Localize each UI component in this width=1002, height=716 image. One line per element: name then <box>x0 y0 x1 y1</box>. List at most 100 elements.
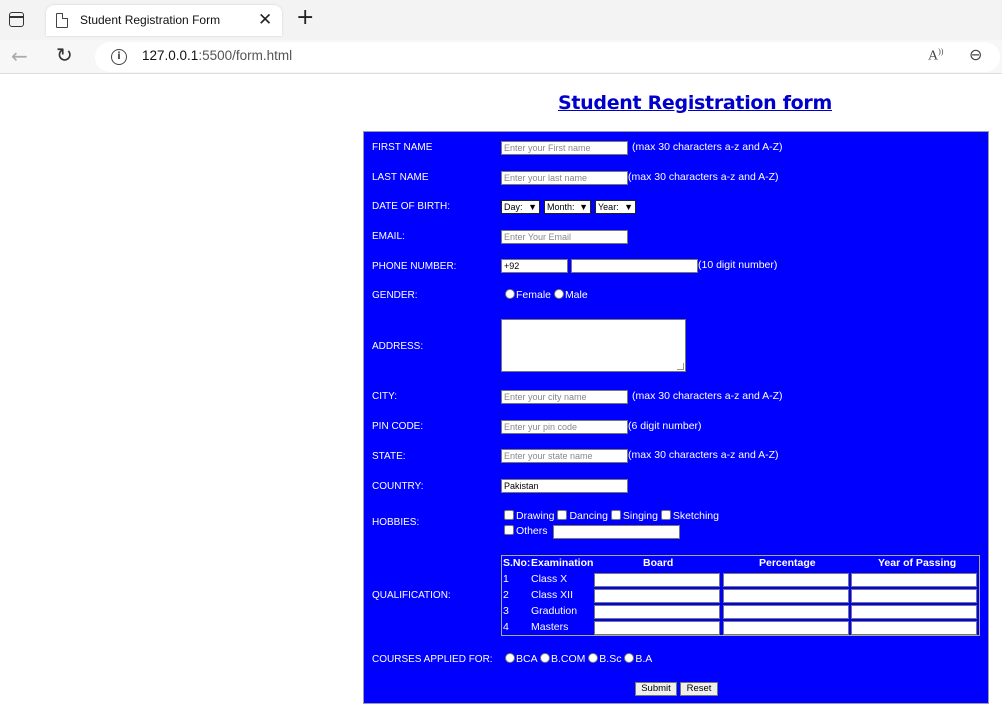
url-text[interactable]: 127.0.0.1:5500/form.html <box>142 48 292 63</box>
checkbox-icon[interactable] <box>610 510 621 520</box>
reload-icon[interactable]: ↻ <box>56 43 73 67</box>
percentage-input[interactable] <box>723 573 849 587</box>
email-label: EMAIL: <box>372 231 405 242</box>
qualification-table: S.No: Examination Board Percentage Year … <box>501 555 980 636</box>
day-select[interactable]: Day: ▼ <box>501 200 540 214</box>
country-label: COUNTRY: <box>372 481 424 492</box>
radio-icon[interactable] <box>505 289 515 299</box>
last-name-label: LAST NAME <box>372 172 429 183</box>
state-note: (max 30 characters a-z and A-Z) <box>628 449 779 461</box>
state-input[interactable]: Enter your state name <box>501 449 628 463</box>
reset-button[interactable]: Reset <box>680 682 718 696</box>
row-exam: Class XII <box>531 589 574 601</box>
first-name-note: (max 30 characters a-z and A-Z) <box>632 141 783 153</box>
gender-male-label: Male <box>564 289 588 301</box>
course-bcom[interactable]: B.COM <box>539 653 585 665</box>
hobby-drawing[interactable]: Drawing <box>504 510 555 522</box>
gender-label: GENDER: <box>372 290 418 301</box>
course-bca-label: BCA <box>516 653 538 665</box>
read-aloud-icon[interactable]: A)) <box>928 47 943 65</box>
year-input[interactable] <box>851 573 977 587</box>
phone-code-input[interactable]: +92 <box>501 259 568 273</box>
percentage-input[interactable] <box>723 589 849 603</box>
new-tab-icon[interactable]: + <box>296 6 314 30</box>
checkbox-icon[interactable] <box>504 525 514 535</box>
board-input[interactable] <box>594 573 720 587</box>
year-input[interactable] <box>851 621 977 635</box>
course-ba[interactable]: B.A <box>624 653 652 665</box>
pin-label: PIN CODE: <box>372 421 424 432</box>
hobby-others-input[interactable] <box>553 525 680 539</box>
city-input[interactable]: Enter your city name <box>501 390 628 404</box>
courses-options: BCA B.COM B.Sc B.A <box>505 653 652 665</box>
tab-title: Student Registration Form <box>80 13 221 27</box>
qualification-label: QUALIFICATION: <box>372 590 451 601</box>
course-bca[interactable]: BCA <box>505 653 537 665</box>
month-select[interactable]: Month: ▼ <box>544 200 591 214</box>
hobby-singing-label: Singing <box>622 510 658 522</box>
hobby-sketching[interactable]: Sketching <box>660 510 719 522</box>
header-sno: S.No: <box>503 557 531 569</box>
year-select[interactable]: Year: ▼ <box>595 200 636 214</box>
back-arrow-icon[interactable]: ← <box>11 44 28 68</box>
radio-icon[interactable] <box>588 653 599 663</box>
pin-note: (6 digit number) <box>628 420 702 432</box>
checkbox-icon[interactable] <box>660 510 671 520</box>
board-input[interactable] <box>594 621 720 635</box>
last-name-note: (max 30 characters a-z and A-Z) <box>628 171 779 183</box>
course-bsc[interactable]: B.Sc <box>588 653 621 665</box>
pin-input[interactable]: Enter yur pin code <box>501 420 628 434</box>
chevron-down-icon: ▼ <box>528 202 537 212</box>
checkbox-icon[interactable] <box>504 510 514 520</box>
tab-actions-icon[interactable] <box>9 12 24 27</box>
hobby-singing[interactable]: Singing <box>610 510 658 522</box>
phone-number-input[interactable] <box>571 259 698 273</box>
tab-bar: Student Registration Form ✕ + <box>0 0 1002 40</box>
day-select-value: Day: <box>504 202 523 212</box>
last-name-input[interactable]: Enter your last name <box>501 171 628 185</box>
row-exam: Masters <box>531 621 569 633</box>
gender-male[interactable]: Male <box>553 289 588 301</box>
site-info-icon[interactable]: i <box>111 49 127 65</box>
row-sno: 1 <box>503 573 509 585</box>
gender-female[interactable]: Female <box>505 289 551 301</box>
registration-form: FIRST NAME Enter your First name (max 30… <box>363 131 989 704</box>
email-input[interactable]: Enter Your Email <box>501 230 628 244</box>
tab-active[interactable]: Student Registration Form ✕ <box>46 5 282 36</box>
address-textarea[interactable] <box>501 319 686 372</box>
hobby-dancing[interactable]: Dancing <box>557 510 608 522</box>
header-board: Board <box>643 557 674 569</box>
gender-female-label: Female <box>516 289 552 301</box>
address-bar[interactable]: i 127.0.0.1:5500/form.html A)) ⊖ <box>95 42 1000 72</box>
year-input[interactable] <box>851 589 977 603</box>
radio-icon[interactable] <box>539 653 550 663</box>
navigation-bar: ← ↻ i 127.0.0.1:5500/form.html A)) ⊖ <box>0 40 1002 74</box>
zoom-out-icon[interactable]: ⊖ <box>969 45 982 64</box>
first-name-input[interactable]: Enter your First name <box>501 141 628 155</box>
chevron-down-icon: ▼ <box>624 202 633 212</box>
row-exam: Gradution <box>531 605 578 617</box>
submit-button[interactable]: Submit <box>635 682 677 696</box>
row-sno: 3 <box>503 605 509 617</box>
radio-icon[interactable] <box>624 653 635 663</box>
radio-icon[interactable] <box>553 289 564 299</box>
hobby-sketching-label: Sketching <box>672 510 719 522</box>
hobby-others[interactable]: Others <box>504 525 548 537</box>
phone-note: (10 digit number) <box>698 259 778 271</box>
row-sno: 4 <box>503 621 509 633</box>
dob-label: DATE OF BIRTH: <box>372 201 450 212</box>
phone-label: PHONE NUMBER: <box>372 261 457 272</box>
close-tab-icon[interactable]: ✕ <box>258 10 272 30</box>
board-input[interactable] <box>594 589 720 603</box>
radio-icon[interactable] <box>505 653 515 663</box>
city-label: CITY: <box>372 391 398 402</box>
url-host: 127.0.0.1 <box>142 48 199 63</box>
checkbox-icon[interactable] <box>557 510 568 520</box>
percentage-input[interactable] <box>723 621 849 635</box>
percentage-input[interactable] <box>723 605 849 619</box>
page-icon <box>56 13 68 28</box>
country-input[interactable]: Pakistan <box>501 479 628 493</box>
year-input[interactable] <box>851 605 977 619</box>
state-label: STATE: <box>372 451 406 462</box>
board-input[interactable] <box>594 605 720 619</box>
